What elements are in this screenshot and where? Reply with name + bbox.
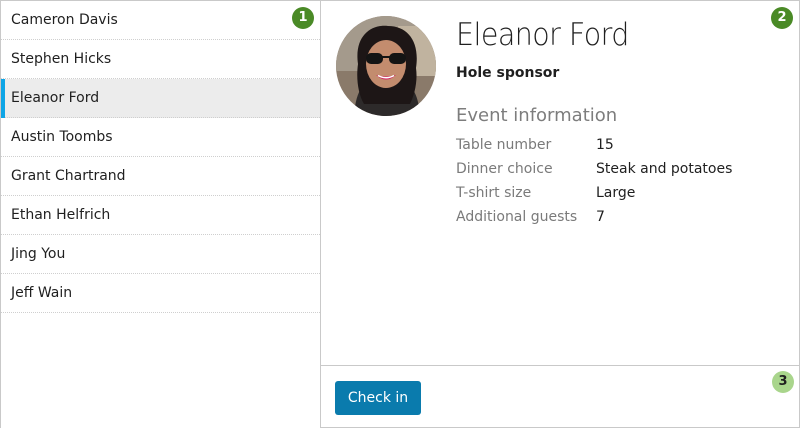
info-row: Additional guests 7 — [456, 209, 732, 233]
info-label: T-shirt size — [456, 185, 532, 201]
info-row: Table number 15 — [456, 137, 732, 161]
list-item[interactable]: Austin Toombs — [1, 118, 320, 157]
command-bar: Check in — [321, 365, 800, 428]
info-value: 15 — [596, 137, 614, 153]
attendee-name: Eleanor Ford — [456, 17, 629, 53]
avatar-photo — [336, 16, 436, 116]
list-item[interactable]: Ethan Helfrich — [1, 196, 320, 235]
info-label: Additional guests — [456, 209, 578, 225]
list-item[interactable]: Jeff Wain — [1, 274, 320, 313]
detail-pane: Eleanor Ford Hole sponsor Event informat… — [321, 1, 800, 428]
list-item-selected[interactable]: Eleanor Ford — [1, 79, 320, 118]
callout-badge-2: 2 — [771, 7, 793, 29]
list-item[interactable]: Jing You — [1, 235, 320, 274]
callout-badge-1: 1 — [292, 7, 314, 29]
info-label: Table number — [456, 137, 552, 153]
callout-badge-3: 3 — [772, 371, 794, 393]
list-item[interactable]: Grant Chartrand — [1, 157, 320, 196]
info-value: 7 — [596, 209, 605, 225]
app-window: Cameron Davis Stephen Hicks Eleanor Ford… — [0, 0, 800, 428]
info-label: Dinner choice — [456, 161, 553, 177]
section-heading: Event information — [456, 105, 618, 126]
attendee-role: Hole sponsor — [456, 65, 560, 81]
info-row: T-shirt size Large — [456, 185, 732, 209]
event-info-table: Table number 15 Dinner choice Steak and … — [456, 137, 732, 233]
list-item[interactable]: Stephen Hicks — [1, 40, 320, 79]
info-value: Large — [596, 185, 636, 201]
attendee-list: Cameron Davis Stephen Hicks Eleanor Ford… — [1, 1, 321, 428]
info-value: Steak and potatoes — [596, 161, 733, 177]
info-row: Dinner choice Steak and potatoes — [456, 161, 732, 185]
check-in-button[interactable]: Check in — [335, 381, 421, 415]
avatar — [336, 16, 436, 116]
list-item[interactable]: Cameron Davis — [1, 1, 320, 40]
